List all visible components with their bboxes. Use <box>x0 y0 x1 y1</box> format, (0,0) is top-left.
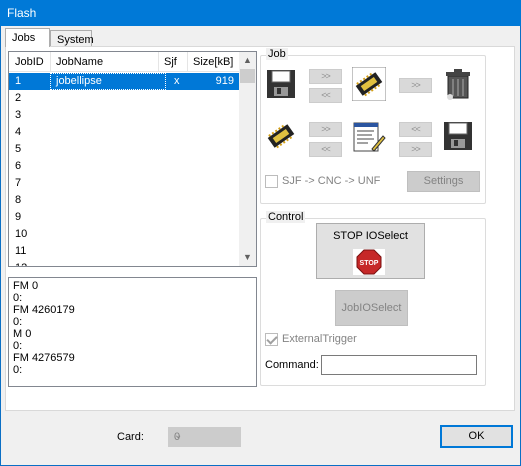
control-group-label: Control <box>266 211 306 223</box>
log-line: M 0 <box>13 328 32 340</box>
table-row[interactable]: 7 <box>9 175 239 192</box>
log-output[interactable]: FM 0 0: FM 4260179 0: M 0 0: FM 4276579 … <box>8 277 257 387</box>
card-select[interactable]: 0 ⌄ <box>168 427 241 447</box>
cell-size: 919 <box>215 75 234 87</box>
cell-id: 8 <box>15 194 22 206</box>
log-line: 0: <box>13 364 23 376</box>
move-left-button[interactable]: << <box>399 122 432 137</box>
document-edit-icon <box>352 121 386 153</box>
command-label: Command: <box>265 359 319 371</box>
settings-button[interactable]: Settings <box>407 171 480 192</box>
cell-id: 6 <box>15 160 22 172</box>
stop-sign-icon: STOP <box>353 249 385 275</box>
cell-id: 2 <box>15 92 22 104</box>
trash-bin-icon <box>442 67 474 100</box>
cell-id: 3 <box>15 109 22 121</box>
tab-jobs[interactable]: Jobs <box>5 28 50 47</box>
scroll-up-icon[interactable]: ▲ <box>239 52 256 69</box>
table-row[interactable]: 2 <box>9 90 239 107</box>
job-list-scrollbar[interactable]: ▲ ▼ <box>239 52 256 266</box>
column-header-jobname[interactable]: JobName <box>56 56 103 68</box>
table-row[interactable]: 5 <box>9 141 239 158</box>
table-row[interactable]: 1 jobellipse x 919 <box>9 73 239 90</box>
sjf-cnc-unf-checkbox[interactable] <box>265 175 278 188</box>
table-row[interactable]: 4 <box>9 124 239 141</box>
table-row[interactable]: 11 <box>9 243 239 260</box>
job-list[interactable]: JobID JobName Sjf Size[kB] 1 jobellipse x 9… <box>8 51 257 267</box>
table-row[interactable]: 3 <box>9 107 239 124</box>
title-bar: Flash <box>0 0 521 26</box>
column-header-size[interactable]: Size[kB] <box>193 56 233 68</box>
floppy-disk-icon <box>442 120 474 152</box>
scroll-thumb[interactable] <box>240 69 255 83</box>
move-right-button[interactable]: >> <box>399 142 432 157</box>
cell-sjf: x <box>174 75 180 87</box>
log-line: 0: <box>13 316 23 328</box>
memory-chip-icon <box>265 120 297 152</box>
move-left-button[interactable]: << <box>309 88 342 103</box>
cell-name: jobellipse <box>56 75 102 87</box>
cell-id: 7 <box>15 177 22 189</box>
table-row[interactable]: 6 <box>9 158 239 175</box>
floppy-disk-icon <box>265 68 297 100</box>
log-line: 0: <box>13 292 23 304</box>
table-row[interactable]: 9 <box>9 209 239 226</box>
ok-button[interactable]: OK <box>440 425 513 448</box>
job-list-header: JobID JobName Sjf Size[kB] <box>9 52 239 72</box>
sjf-cnc-unf-label: SJF -> CNC -> UNF <box>282 175 381 187</box>
cell-id: 10 <box>15 228 28 240</box>
table-row[interactable]: 12 <box>9 260 239 266</box>
move-right-button[interactable]: >> <box>309 122 342 137</box>
cell-id: 11 <box>15 245 27 257</box>
log-line: FM 4260179 <box>13 304 75 316</box>
column-header-sjf[interactable]: Sjf <box>164 56 177 68</box>
card-label: Card: <box>117 431 144 443</box>
stop-ioselect-button[interactable]: STOP IOSelect STOP <box>316 223 425 279</box>
cell-id: 5 <box>15 143 22 155</box>
stop-ioselect-label: STOP IOSelect <box>333 230 408 242</box>
move-left-button[interactable]: << <box>309 142 342 157</box>
log-line: 0: <box>13 340 23 352</box>
command-input[interactable] <box>321 355 477 375</box>
scroll-down-icon[interactable]: ▼ <box>239 249 256 266</box>
window-title: Flash <box>7 6 37 20</box>
external-trigger-label: ExternalTrigger <box>282 333 357 345</box>
cell-id: 4 <box>15 126 22 138</box>
log-line: FM 0 <box>13 280 39 292</box>
log-line: FM 4276579 <box>13 352 75 364</box>
external-trigger-checkbox[interactable] <box>265 333 278 346</box>
table-row[interactable]: 10 <box>9 226 239 243</box>
chevron-down-icon: ⌄ <box>174 430 183 441</box>
column-header-jobid[interactable]: JobID <box>15 56 44 68</box>
memory-chip-icon <box>351 66 387 102</box>
cell-id: 9 <box>15 211 22 223</box>
job-group-label: Job <box>266 48 288 60</box>
table-row[interactable]: 8 <box>9 192 239 209</box>
cell-id: 1 <box>15 75 22 87</box>
job-ioselect-button[interactable]: JobIOSelect <box>335 290 408 326</box>
move-right-button[interactable]: >> <box>399 78 432 93</box>
svg-text:STOP: STOP <box>360 260 379 267</box>
cell-id: 12 <box>15 262 27 266</box>
move-right-button[interactable]: >> <box>309 69 342 84</box>
